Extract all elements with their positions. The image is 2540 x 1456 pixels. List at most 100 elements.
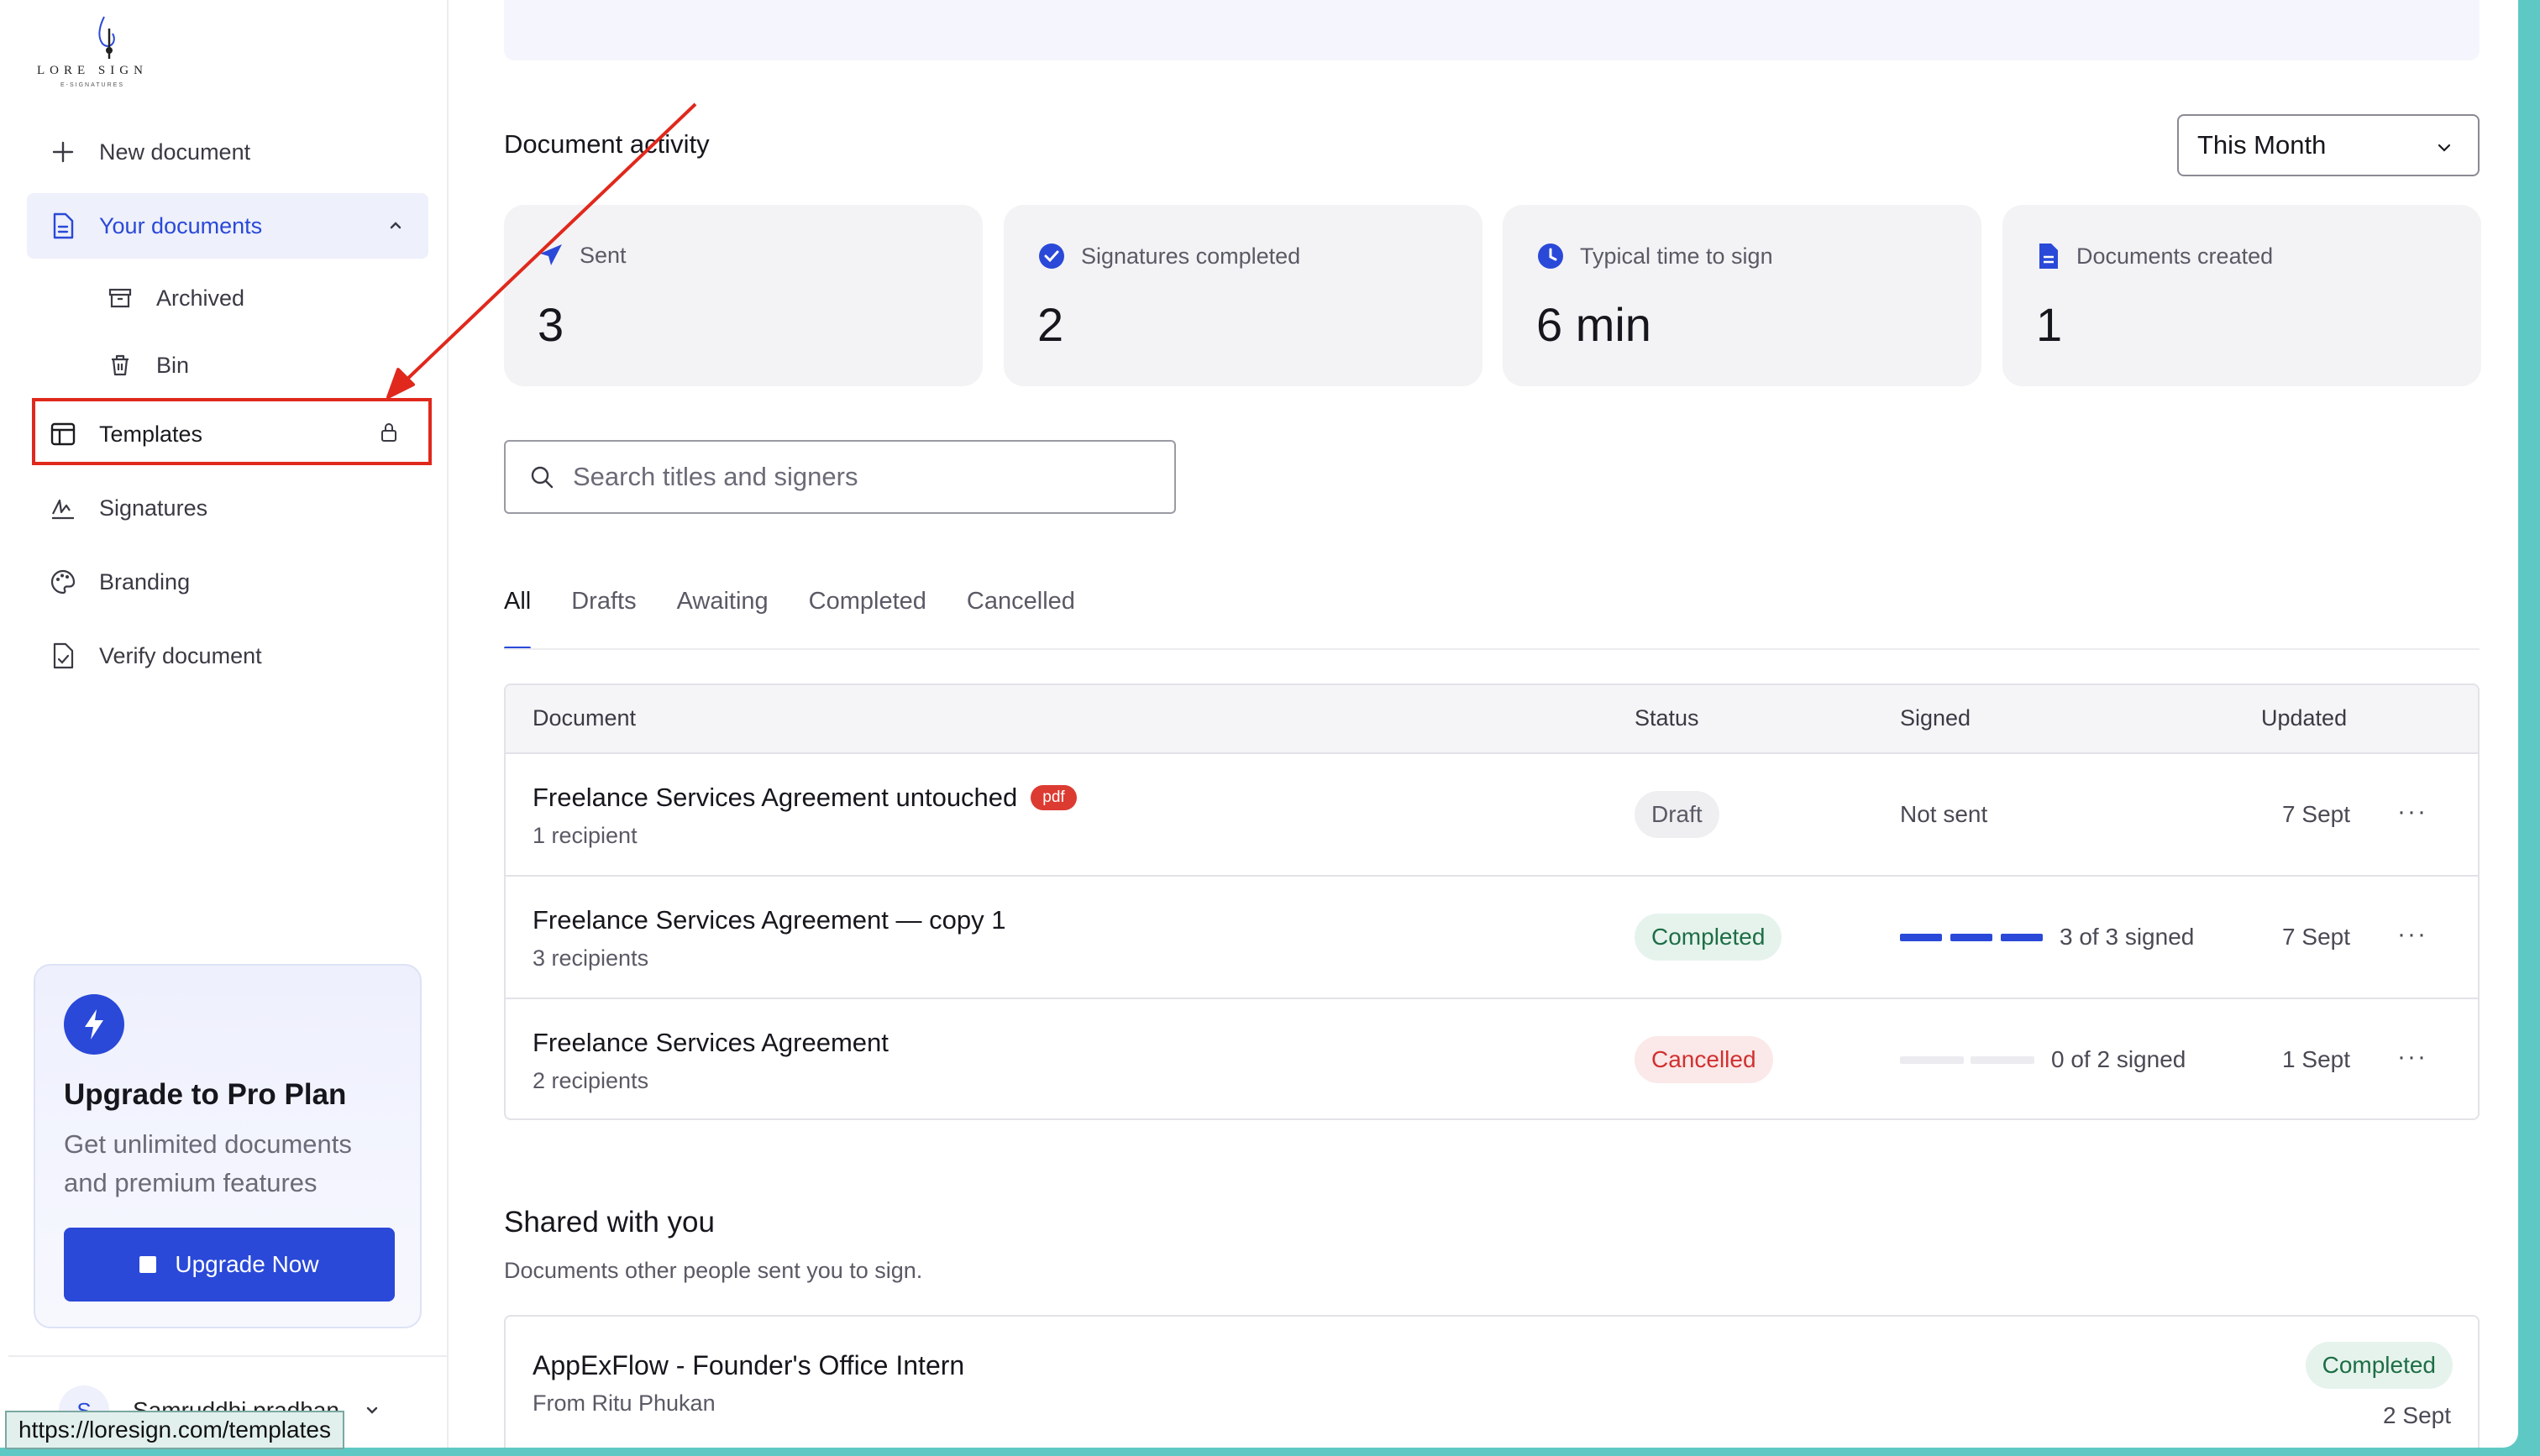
stat-card-signatures-completed: Signatures completed 2: [1004, 205, 1483, 386]
updated-date: 7 Sept: [2282, 924, 2350, 950]
sidebar-item-label: Branding: [99, 568, 191, 594]
documents-table: Document Status Signed Updated Freelance…: [504, 683, 2480, 1120]
sidebar-item-archived[interactable]: Archived: [81, 265, 428, 331]
stat-label: Sent: [580, 242, 627, 268]
more-options-icon[interactable]: ···: [2397, 1043, 2427, 1071]
sidebar-item-branding[interactable]: Branding: [27, 549, 428, 615]
chevron-down-icon: [2438, 144, 2451, 152]
divider: [8, 1355, 449, 1357]
archive-icon: [106, 284, 134, 312]
loresign-logo[interactable]: LORE SIGN E-SIGNATURES: [37, 12, 180, 92]
lightning-icon: [64, 994, 124, 1055]
table-row[interactable]: Freelance Services Agreement — copy 1 3 …: [506, 877, 2478, 999]
sidebar-item-label: Archived: [156, 285, 245, 311]
upgrade-title: Upgrade to Pro Plan: [64, 1078, 347, 1111]
signed-text: Not sent: [1900, 801, 1988, 827]
sidebar-item-verify-document[interactable]: Verify document: [27, 623, 428, 689]
main-content: Document activity This Month Sent 3 Sign…: [449, 0, 2518, 1448]
tab-awaiting[interactable]: Awaiting: [677, 588, 769, 650]
brand-name: LORE SIGN: [37, 64, 148, 77]
signature-progress: [1900, 933, 2043, 941]
search-box: [504, 440, 1176, 514]
more-options-icon[interactable]: ···: [2397, 920, 2427, 949]
upgrade-card: Upgrade to Pro Plan Get unlimited docume…: [34, 964, 422, 1328]
stat-label: Signatures completed: [1081, 243, 1301, 269]
sidebar-item-label: Verify document: [99, 642, 262, 668]
status-tabs: All Drafts Awaiting Completed Cancelled: [504, 588, 1075, 650]
sidebar-item-new-document[interactable]: New document: [27, 119, 428, 185]
shared-document-title[interactable]: AppExFlow - Founder's Office Intern: [533, 1350, 964, 1381]
sidebar-item-bin[interactable]: Bin: [81, 333, 428, 398]
sidebar-item-your-documents[interactable]: Your documents: [27, 193, 428, 259]
sidebar-item-label: New document: [99, 139, 251, 165]
clock-icon: [1538, 244, 1563, 269]
stat-label: Documents created: [2076, 243, 2274, 269]
tab-completed[interactable]: Completed: [809, 588, 926, 650]
shared-document-card[interactable]: AppExFlow - Founder's Office Intern From…: [504, 1315, 2480, 1448]
stat-value: 6 min: [1536, 298, 1651, 351]
stat-card-typical-time: Typical time to sign 6 min: [1503, 205, 1981, 386]
sidebar-item-label: Your documents: [99, 212, 263, 238]
status-badge: Cancelled: [1635, 1036, 1773, 1083]
search-input[interactable]: [573, 462, 1144, 492]
tab-all[interactable]: All: [504, 588, 532, 650]
tab-drafts[interactable]: Drafts: [571, 588, 636, 650]
file-check-icon: [49, 642, 77, 670]
status-badge: Completed: [2305, 1342, 2453, 1389]
progress-segment: [1950, 933, 1992, 941]
sidebar-item-signatures[interactable]: Signatures: [27, 475, 428, 541]
link-preview-url: https://loresign.com/templates: [5, 1411, 344, 1449]
updated-date: 1 Sept: [2282, 1046, 2350, 1072]
tabs-divider: [504, 648, 2480, 650]
progress-segment: [1900, 1055, 1964, 1064]
recipient-count: 3 recipients: [533, 945, 649, 971]
stat-value: 1: [2036, 298, 2063, 351]
document-title[interactable]: Freelance Services Agreement — copy 1: [533, 905, 1005, 935]
page-title: Document activity: [504, 129, 710, 159]
top-banner: [504, 0, 2480, 60]
status-badge: Completed: [1635, 914, 1782, 961]
plus-icon: [49, 138, 77, 166]
table-row[interactable]: Freelance Services Agreement 2 recipient…: [506, 999, 2478, 1118]
logo-mark-icon: [98, 16, 115, 59]
sidebar-item-label: Signatures: [99, 495, 208, 521]
more-options-icon[interactable]: ···: [2397, 798, 2427, 826]
square-icon: [139, 1256, 157, 1273]
chevron-up-icon[interactable]: [386, 216, 405, 234]
pdf-badge: pdf: [1031, 785, 1077, 810]
upgrade-description: Get unlimited documents and premium feat…: [64, 1129, 352, 1197]
shared-section-subtitle: Documents other people sent you to sign.: [504, 1258, 923, 1283]
column-header-updated: Updated: [2261, 705, 2348, 731]
document-title[interactable]: Freelance Services Agreement untouched: [533, 783, 1017, 813]
column-header-document: Document: [533, 705, 637, 731]
stat-card-documents-created: Documents created 1: [2002, 205, 2481, 386]
period-select[interactable]: This Month: [2177, 114, 2480, 176]
tab-cancelled[interactable]: Cancelled: [967, 588, 1075, 650]
stat-value: 2: [1037, 298, 1064, 351]
file-icon: [2039, 244, 2058, 269]
stat-label: Typical time to sign: [1580, 243, 1773, 269]
document-icon: [49, 212, 77, 240]
progress-segment: [2001, 933, 2043, 941]
column-header-status: Status: [1635, 705, 1699, 731]
shared-section-title: Shared with you: [504, 1206, 715, 1239]
stat-card-sent: Sent 3: [504, 205, 983, 386]
send-icon: [540, 244, 562, 265]
signature-progress: [1900, 1055, 2034, 1064]
table-row[interactable]: Freelance Services Agreement untouched p…: [506, 754, 2478, 877]
shared-document-sender: From Ritu Phukan: [533, 1391, 716, 1416]
upgrade-now-button[interactable]: Upgrade Now: [64, 1228, 395, 1301]
check-badge-icon: [1039, 244, 1064, 269]
signed-text: 0 of 2 signed: [2051, 1046, 2186, 1072]
chevron-down-icon: [366, 1406, 378, 1414]
column-header-signed: Signed: [1900, 705, 1971, 731]
progress-segment: [1971, 1055, 2034, 1064]
progress-segment: [1900, 933, 1942, 941]
document-title[interactable]: Freelance Services Agreement: [533, 1028, 889, 1058]
app-window: LORE SIGN E-SIGNATURES New document Your…: [0, 0, 2518, 1448]
upgrade-button-label: Upgrade Now: [175, 1251, 319, 1277]
trash-icon: [106, 351, 134, 380]
recipient-count: 1 recipient: [533, 823, 638, 848]
updated-date: 7 Sept: [2282, 801, 2350, 827]
palette-icon: [49, 568, 77, 596]
